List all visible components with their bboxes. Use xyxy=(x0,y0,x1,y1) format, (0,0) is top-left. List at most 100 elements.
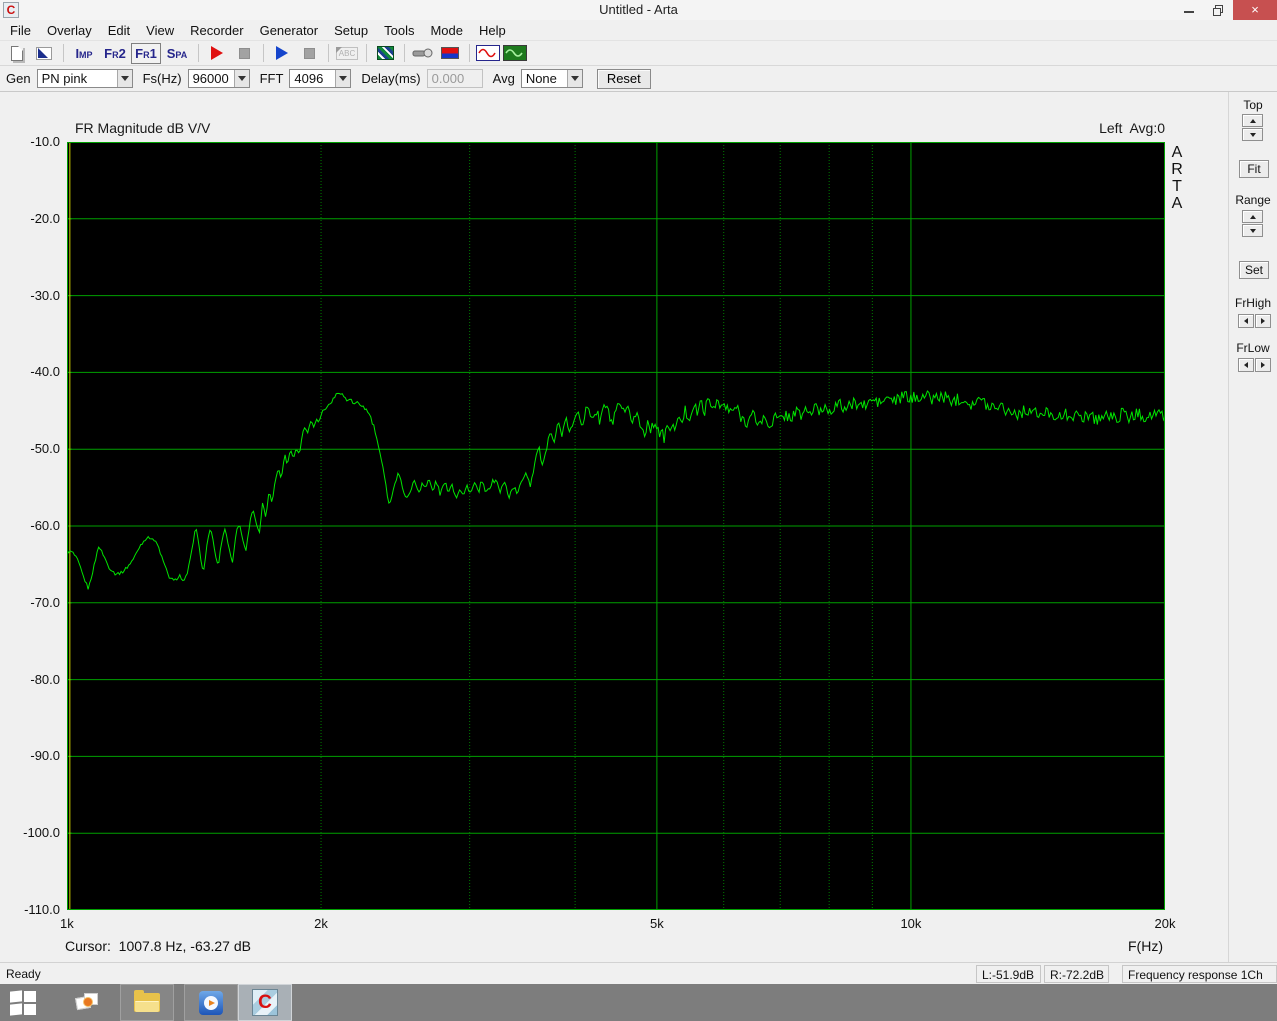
text-label-button[interactable]: ABC xyxy=(334,43,360,64)
toolbar-separator xyxy=(198,44,199,62)
range-label: Range xyxy=(1235,193,1271,207)
set-button[interactable]: Set xyxy=(1239,261,1269,279)
arrow-right-icon xyxy=(1261,318,1265,324)
y-tick-label: -110.0 xyxy=(24,902,60,917)
minimize-button[interactable] xyxy=(1174,0,1204,20)
fs-label: Fs(Hz) xyxy=(142,71,182,86)
pointer-icon xyxy=(36,46,52,60)
scope-button[interactable] xyxy=(502,43,528,64)
red-blue-wave-icon xyxy=(441,47,459,59)
overlay-colors-button[interactable] xyxy=(372,43,398,64)
fr2-mode-button[interactable]: Fr2 xyxy=(100,43,130,64)
gen-label: Gen xyxy=(6,71,31,86)
range-up-button[interactable] xyxy=(1242,210,1263,223)
fft-size-select[interactable]: 4096 xyxy=(289,69,352,88)
fit-button[interactable]: Fit xyxy=(1239,160,1269,178)
graph-title: FR Magnitude dB V/V xyxy=(75,120,211,136)
marker-mode-button[interactable] xyxy=(31,43,57,64)
generator-type-value: PN pink xyxy=(41,71,88,86)
range-spinner xyxy=(1242,210,1263,238)
arrow-left-icon xyxy=(1244,318,1248,324)
y-tick-label: -90.0 xyxy=(30,748,60,764)
averaging-value: None xyxy=(525,71,557,86)
impulse-mode-button[interactable]: Imp xyxy=(69,43,99,64)
spa-mode-button[interactable]: Spa xyxy=(162,43,192,64)
graph-area: FR Magnitude dB V/V Left Avg:0 ARTA -10.… xyxy=(0,92,1277,962)
taskbar-arta-button[interactable]: C xyxy=(238,984,292,1021)
y-tick-label: -30.0 xyxy=(30,287,60,303)
green-sine-icon xyxy=(503,45,527,61)
record-play-icon xyxy=(211,46,223,60)
close-button[interactable]: × xyxy=(1233,0,1277,20)
record-button[interactable] xyxy=(204,43,230,64)
arrow-right-icon xyxy=(1261,362,1265,368)
status-ready: Ready xyxy=(6,967,41,981)
frlow-right-button[interactable] xyxy=(1255,358,1271,372)
main-toolbar: Imp Fr2 Fr1 Spa ABC xyxy=(0,41,1277,66)
generator-bar: Gen PN pink Fs(Hz) 96000 FFT 4096 Delay(… xyxy=(0,66,1277,92)
frlow-left-button[interactable] xyxy=(1238,358,1254,372)
frhigh-left-button[interactable] xyxy=(1238,314,1254,328)
fr1-mode-button[interactable]: Fr1 xyxy=(131,42,161,64)
new-file-button[interactable] xyxy=(4,43,30,64)
generator-start-button[interactable] xyxy=(269,43,295,64)
delay-label: Delay(ms) xyxy=(361,71,421,86)
left-level-indicator: L:-51.9dB xyxy=(976,965,1041,983)
spectrum-scaling-button[interactable] xyxy=(437,43,463,64)
calibrate-button[interactable] xyxy=(410,43,436,64)
menu-edit[interactable]: Edit xyxy=(100,21,138,40)
arta-app-icon: C xyxy=(252,989,278,1016)
taskbar-photos-button[interactable] xyxy=(60,984,114,1021)
sample-rate-select[interactable]: 96000 xyxy=(187,69,250,88)
menu-tools[interactable]: Tools xyxy=(376,21,422,40)
generator-stop-button[interactable] xyxy=(296,43,322,64)
toolbar-separator xyxy=(366,44,367,62)
sample-rate-value: 96000 xyxy=(192,71,229,86)
menu-generator[interactable]: Generator xyxy=(252,21,327,40)
menu-help[interactable]: Help xyxy=(471,21,514,40)
taskbar-explorer-button[interactable] xyxy=(120,984,174,1021)
menu-bar: File Overlay Edit View Recorder Generato… xyxy=(0,20,1277,41)
red-sine-icon xyxy=(476,45,500,61)
menu-file[interactable]: File xyxy=(2,21,39,40)
signal-generator-button[interactable] xyxy=(475,43,501,64)
y-tick-label: -50.0 xyxy=(30,441,60,457)
chevron-down-icon xyxy=(116,70,132,87)
x-tick-label: 20k xyxy=(1154,916,1176,931)
x-tick-label: 5k xyxy=(650,916,664,931)
range-down-button[interactable] xyxy=(1242,224,1263,237)
stop-icon xyxy=(238,47,250,59)
graph-control-panel: Top Fit Range Set FrHigh FrLow xyxy=(1228,92,1277,962)
status-bar: Ready L:-51.9dB R:-72.2dB Frequency resp… xyxy=(0,962,1277,984)
generator-type-select[interactable]: PN pink xyxy=(36,69,133,88)
top-up-button[interactable] xyxy=(1242,114,1263,127)
menu-setup[interactable]: Setup xyxy=(326,21,376,40)
menu-view[interactable]: View xyxy=(138,21,182,40)
photo-viewer-icon xyxy=(75,992,98,1013)
menu-mode[interactable]: Mode xyxy=(422,21,471,40)
start-button[interactable] xyxy=(10,989,44,1016)
arrow-left-icon xyxy=(1244,362,1248,368)
new-document-icon xyxy=(11,45,23,61)
menu-recorder[interactable]: Recorder xyxy=(182,21,251,40)
x-tick-label: 1k xyxy=(60,916,74,931)
y-tick-label: -60.0 xyxy=(30,518,60,533)
top-down-button[interactable] xyxy=(1242,128,1263,141)
y-tick-label: -70.0 xyxy=(30,594,60,610)
arrow-up-icon xyxy=(1249,214,1256,219)
menu-overlay[interactable]: Overlay xyxy=(39,21,100,40)
y-tick-label: -100.0 xyxy=(23,825,60,841)
arrow-down-icon xyxy=(1249,132,1256,137)
fr-plot[interactable] xyxy=(67,142,1165,910)
stop-icon xyxy=(303,47,315,59)
reset-button[interactable]: Reset xyxy=(596,68,651,89)
minimize-icon xyxy=(1184,11,1194,13)
record-stop-button[interactable] xyxy=(231,43,257,64)
restore-button[interactable] xyxy=(1204,0,1233,20)
delay-input: 0.000 xyxy=(426,69,483,88)
averaging-select[interactable]: None xyxy=(520,69,583,88)
generator-play-icon xyxy=(276,46,288,60)
taskbar-mediaplayer-button[interactable] xyxy=(184,984,238,1021)
frhigh-right-button[interactable] xyxy=(1255,314,1271,328)
frlow-label: FrLow xyxy=(1236,341,1270,355)
